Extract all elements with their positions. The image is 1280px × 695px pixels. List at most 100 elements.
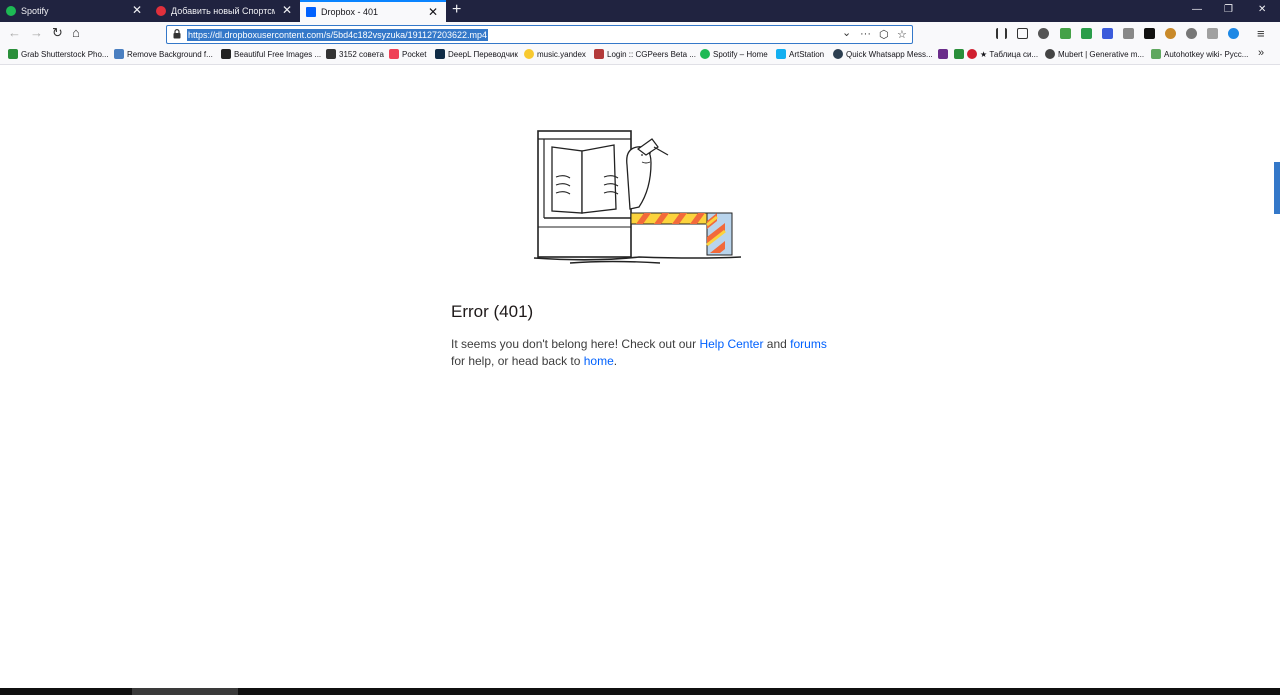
globe-icon xyxy=(1045,49,1055,59)
whatsapp-icon xyxy=(833,49,843,59)
tab-title: Spotify xyxy=(21,6,49,16)
checkmark-icon xyxy=(954,49,964,59)
bookmark-icon xyxy=(114,49,124,59)
new-tab-button[interactable]: + xyxy=(452,2,461,18)
extension-icon[interactable] xyxy=(1165,28,1176,39)
scrollbar-indicator[interactable] xyxy=(1274,162,1280,214)
bookmark-icon xyxy=(8,49,18,59)
bookmark-label: ArtStation xyxy=(789,49,825,59)
home-link[interactable]: home xyxy=(584,354,614,368)
tab-title: Добавить новый Спортсмен xyxy=(171,6,275,16)
menu-icon[interactable]: ≡ xyxy=(1257,26,1265,41)
sidebar-icon[interactable] xyxy=(1017,28,1028,39)
bookmark-label: 3152 совета xyxy=(339,49,384,59)
error-text: and xyxy=(763,337,791,351)
address-bar[interactable]: https://dl.dropboxusercontent.com/s/5bd4… xyxy=(166,25,913,44)
bookmark-item[interactable] xyxy=(938,49,951,59)
bookmark-item[interactable]: music.yandex xyxy=(524,49,586,59)
bookmark-item[interactable] xyxy=(954,49,967,59)
bookmark-icon xyxy=(938,49,948,59)
bookmark-icon xyxy=(221,49,231,59)
bookmark-item[interactable]: ★ Таблица си... xyxy=(967,49,1038,59)
artstation-icon xyxy=(776,49,786,59)
bookmark-item[interactable]: Remove Background f... xyxy=(114,49,213,59)
tab-bar: Spotify ✕ Добавить новый Спортсмен ✕ Dro… xyxy=(0,0,1280,22)
bookmark-item[interactable]: 3152 совета xyxy=(326,49,384,59)
bookmark-item[interactable]: Login :: CGPeers Beta ... xyxy=(594,49,696,59)
taskbar-item[interactable] xyxy=(132,688,238,695)
bookmark-label: DeepL Переводчик xyxy=(448,49,518,59)
account-icon[interactable] xyxy=(1038,28,1049,39)
error-content: Error (401) It seems you don't belong he… xyxy=(451,302,831,370)
close-tab-icon[interactable]: ✕ xyxy=(132,4,142,16)
bookmark-item[interactable]: Grab Shutterstock Pho... xyxy=(8,49,109,59)
heart-icon xyxy=(967,49,977,59)
pocket-icon[interactable]: ⬡ xyxy=(879,28,889,41)
page-actions-icon[interactable]: ··· xyxy=(860,28,871,40)
restore-button[interactable]: ❐ xyxy=(1224,4,1233,15)
chevron-down-icon[interactable]: ⌄ xyxy=(842,26,851,39)
extension-icon[interactable] xyxy=(1207,28,1218,39)
bookmark-item[interactable]: Quick Whatsapp Mess... xyxy=(833,49,933,59)
extension-icon[interactable] xyxy=(1123,28,1134,39)
error-text: for help, or head back to xyxy=(451,354,584,368)
bookmarks-overflow-button[interactable]: » xyxy=(1258,47,1264,59)
bookmark-item[interactable]: Mubert | Generative m... xyxy=(1045,49,1144,59)
taskbar xyxy=(0,688,1280,695)
url-text[interactable]: https://dl.dropboxusercontent.com/s/5bd4… xyxy=(187,29,489,41)
guard-booth-illustration xyxy=(533,130,742,264)
spotify-icon xyxy=(6,6,16,16)
error-text: . xyxy=(613,354,618,368)
bookmark-icon xyxy=(594,49,604,59)
bookmark-item[interactable]: ArtStation xyxy=(776,49,824,59)
bookmark-label: Quick Whatsapp Mess... xyxy=(846,49,933,59)
reload-button[interactable]: ↻ xyxy=(52,26,63,40)
bookmark-item[interactable]: Beautiful Free Images ... xyxy=(221,49,321,59)
deepl-icon xyxy=(435,49,445,59)
bookmark-label: Autohotkey wiki- Русс... xyxy=(1164,49,1249,59)
extension-icon[interactable] xyxy=(1144,28,1155,39)
shield-icon[interactable] xyxy=(1081,28,1092,39)
bookmark-icon xyxy=(524,49,534,59)
tab-dropbox[interactable]: Dropbox - 401 ✕ xyxy=(300,0,446,22)
spotify-icon xyxy=(700,49,710,59)
bookmark-label: ★ Таблица си... xyxy=(980,49,1039,59)
tab-spotify[interactable]: Spotify ✕ xyxy=(0,0,150,22)
extension-icon[interactable] xyxy=(1228,28,1239,39)
tab-sportsman[interactable]: Добавить новый Спортсмен ✕ xyxy=(150,0,300,22)
minimize-button[interactable]: — xyxy=(1192,4,1202,15)
dropbox-icon xyxy=(306,7,316,17)
help-center-link[interactable]: Help Center xyxy=(699,337,763,351)
bookmark-icon xyxy=(326,49,336,59)
close-window-button[interactable]: ✕ xyxy=(1258,4,1266,15)
navigation-toolbar: ← → ↻ ⌂ https://dl.dropboxusercontent.co… xyxy=(0,22,1280,46)
bookmark-item[interactable]: Autohotkey wiki- Русс... xyxy=(1151,49,1248,59)
download-icon[interactable] xyxy=(1060,28,1071,39)
close-tab-icon[interactable]: ✕ xyxy=(428,6,438,18)
home-button[interactable]: ⌂ xyxy=(72,26,80,40)
extension-icon[interactable] xyxy=(1102,28,1113,39)
error-message: It seems you don't belong here! Check ou… xyxy=(451,336,831,370)
error-title: Error (401) xyxy=(451,302,534,321)
bookmark-item[interactable]: DeepL Переводчик xyxy=(435,49,518,59)
lock-icon xyxy=(173,29,181,39)
bookmark-label: Login :: CGPeers Beta ... xyxy=(607,49,696,59)
bookmark-icon xyxy=(1151,49,1161,59)
bookmarks-toolbar: Grab Shutterstock Pho... Remove Backgrou… xyxy=(0,46,1280,65)
site-icon xyxy=(156,6,166,16)
library-icon[interactable] xyxy=(996,28,1007,39)
bookmark-label: Spotify – Home xyxy=(713,49,768,59)
bookmark-item[interactable]: Pocket xyxy=(389,49,426,59)
back-button[interactable]: ← xyxy=(8,26,21,40)
pinterest-icon[interactable] xyxy=(1186,28,1197,39)
bookmark-label: Beautiful Free Images ... xyxy=(234,49,322,59)
close-tab-icon[interactable]: ✕ xyxy=(282,4,292,16)
forums-link[interactable]: forums xyxy=(790,337,827,351)
tab-title: Dropbox - 401 xyxy=(321,7,379,17)
star-icon[interactable]: ☆ xyxy=(897,28,907,41)
forward-button[interactable]: → xyxy=(30,26,43,40)
error-text: It seems you don't belong here! Check ou… xyxy=(451,337,700,351)
bookmark-label: Mubert | Generative m... xyxy=(1058,49,1145,59)
bookmark-label: Pocket xyxy=(402,49,427,59)
bookmark-item[interactable]: Spotify – Home xyxy=(700,49,768,59)
